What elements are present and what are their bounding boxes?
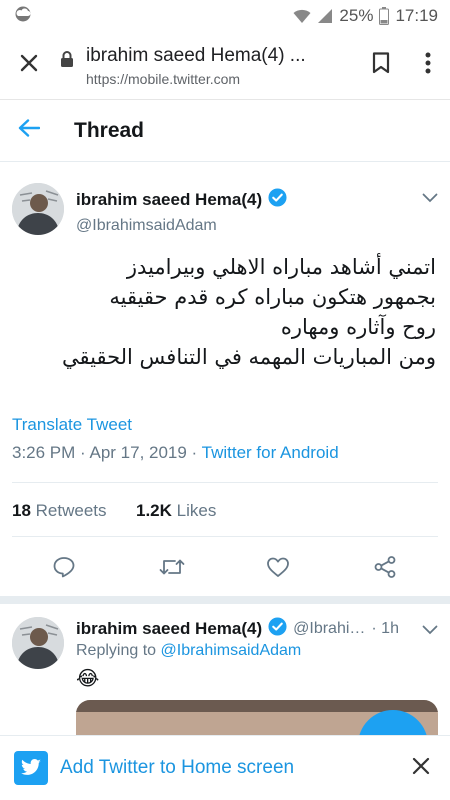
retweets-label: Retweets xyxy=(35,501,107,520)
browser-page-title: ibrahim saeed Hema(4) ... xyxy=(86,44,306,66)
add-to-home-link[interactable]: Add Twitter to Home screen xyxy=(60,757,294,779)
reply-text: 😂 xyxy=(76,668,100,690)
close-icon[interactable] xyxy=(412,757,430,780)
chevron-down-icon[interactable] xyxy=(422,190,438,208)
dismiss-banner-button[interactable] xyxy=(392,757,450,780)
tweet-timestamp: 3:26 PM · Apr 17, 2019 · xyxy=(12,443,202,462)
chevron-down-icon[interactable] xyxy=(422,622,438,640)
replying-mention-link[interactable]: @IbrahimsaidAdam xyxy=(161,642,302,659)
add-to-home-banner: Add Twitter to Home screen xyxy=(0,735,450,800)
tweet-text-line: روح وآثاره ومهاره xyxy=(280,315,436,339)
author-handle[interactable]: @IbrahimsaidAdam xyxy=(76,217,287,235)
tweet-text-line: اتمني أشاهد مباراه الاهلي وبيراميدز xyxy=(126,255,436,279)
retweet-button[interactable] xyxy=(155,552,189,586)
retweet-icon[interactable] xyxy=(159,556,185,583)
reply-author-display-name[interactable]: ibrahim saeed Hema(4) xyxy=(76,619,262,639)
browser-title-block[interactable]: ibrahim saeed Hema(4) ... https://mobile… xyxy=(86,45,356,87)
more-vert-icon[interactable] xyxy=(425,52,431,79)
divider xyxy=(12,536,438,537)
tweet-meta: 3:26 PM · Apr 17, 2019 · Twitter for And… xyxy=(12,443,339,463)
browser-url: https://mobile.twitter.com xyxy=(86,70,241,87)
bookmark-button[interactable] xyxy=(356,52,406,79)
retweets-stat[interactable]: 18 Retweets xyxy=(12,501,107,520)
close-tab-button[interactable] xyxy=(0,32,58,100)
reply-time: · 1h xyxy=(371,620,399,637)
status-bar: 25% 17:19 xyxy=(0,0,450,32)
tweet-text-line: ومن المباريات المهمه في التنافس الحقيقي xyxy=(61,345,436,369)
verified-badge-icon xyxy=(268,617,287,641)
retweets-count: 18 xyxy=(12,501,31,520)
close-icon[interactable] xyxy=(19,53,39,78)
likes-count: 1.2K xyxy=(136,501,172,520)
like-icon[interactable] xyxy=(266,556,290,583)
twitter-bird-icon xyxy=(14,751,48,785)
status-right: 25% 17:19 xyxy=(293,6,438,26)
cloud-icon xyxy=(12,6,34,27)
page-title: Thread xyxy=(74,118,145,142)
signal-icon xyxy=(317,8,333,24)
bookmark-icon[interactable] xyxy=(372,52,390,79)
like-button[interactable] xyxy=(261,552,295,586)
likes-label: Likes xyxy=(176,501,217,520)
likes-stat[interactable]: 1.2K Likes xyxy=(136,501,216,520)
replying-to: Replying to @IbrahimsaidAdam xyxy=(76,642,301,660)
reply-tweet[interactable]: ibrahim saeed Hema(4) @Ibrahi… · 1h Repl… xyxy=(0,600,450,735)
back-button[interactable] xyxy=(0,119,58,142)
battery-percent: 25% xyxy=(339,6,374,25)
author-block: ibrahim saeed Hema(4) @IbrahimsaidAdam xyxy=(76,188,287,235)
thread-header: Thread xyxy=(0,100,450,162)
battery-icon xyxy=(379,7,390,25)
reply-author-handle[interactable]: @Ibrahi… xyxy=(293,620,365,638)
tweet-actions xyxy=(0,552,450,586)
tweet-text-line: بجمهور هتكون مباراه كره قدم حقيقيه xyxy=(109,285,436,309)
share-button[interactable] xyxy=(368,552,402,586)
back-arrow-icon[interactable] xyxy=(18,119,41,142)
reply-icon[interactable] xyxy=(52,555,76,584)
reply-author-row: ibrahim saeed Hema(4) @Ibrahi… · 1h xyxy=(76,617,399,641)
status-time: 17:19 xyxy=(395,6,438,25)
wifi-icon xyxy=(293,8,311,24)
tweet-text: اتمني أشاهد مباراه الاهلي وبيراميدز بجمه… xyxy=(16,252,436,372)
reply-button[interactable] xyxy=(47,552,81,586)
browser-toolbar: ibrahim saeed Hema(4) ... https://mobile… xyxy=(0,32,450,100)
replying-prefix: Replying to xyxy=(76,642,161,659)
author-name-row: ibrahim saeed Hema(4) xyxy=(76,188,287,212)
tweet-stats: 18 Retweets 1.2K Likes xyxy=(12,501,216,521)
lock-icon xyxy=(58,50,76,68)
avatar[interactable] xyxy=(12,617,64,669)
translate-tweet-link[interactable]: Translate Tweet xyxy=(12,415,132,435)
tweet-source-link[interactable]: Twitter for Android xyxy=(202,443,339,462)
share-icon[interactable] xyxy=(373,555,397,584)
avatar[interactable] xyxy=(12,183,64,235)
divider xyxy=(12,482,438,483)
verified-badge-icon xyxy=(268,188,287,212)
status-left xyxy=(12,6,34,27)
author-display-name[interactable]: ibrahim saeed Hema(4) xyxy=(76,190,262,210)
more-options-button[interactable] xyxy=(406,52,450,79)
